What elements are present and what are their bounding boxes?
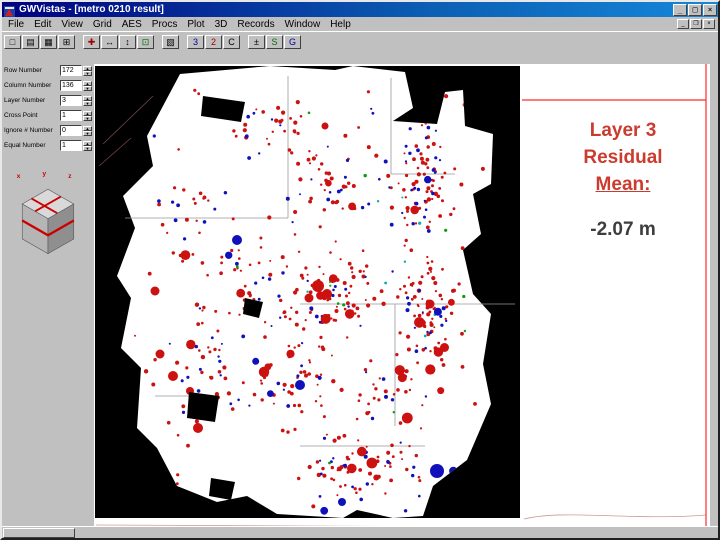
axis-z-label: z bbox=[68, 173, 71, 180]
field-column-number: Column Number ▲▼ bbox=[2, 78, 94, 93]
toolbar-button[interactable]: 2 bbox=[205, 35, 222, 49]
toolbar-button[interactable]: ↔ bbox=[101, 35, 118, 49]
mdi-controls: _ ❐ × bbox=[677, 19, 715, 29]
field-label: Ignore # Number bbox=[4, 127, 53, 134]
menu-items: File Edit View Grid AES Procs Plot 3D Records Win… bbox=[3, 19, 356, 30]
mdi-close-button[interactable]: × bbox=[703, 19, 715, 29]
field-label: Row Number bbox=[4, 67, 42, 74]
toolbar-button[interactable]: ✚ bbox=[83, 35, 100, 49]
menu-item-3d[interactable]: 3D bbox=[210, 19, 233, 30]
app-window: GWVistas - [metro 0210 result] _ □ × Fil… bbox=[0, 0, 720, 540]
column-number-spinner: ▲ ▼ bbox=[83, 80, 92, 91]
toolbar-separator bbox=[180, 35, 186, 49]
field-label: Cross Point bbox=[4, 112, 38, 119]
axis-y-label: y bbox=[42, 170, 46, 177]
field-label: Column Number bbox=[4, 82, 52, 89]
toolbar-button[interactable]: ▤ bbox=[22, 35, 39, 49]
toolbar-button[interactable]: S bbox=[266, 35, 283, 49]
menu-item-view[interactable]: View bbox=[56, 19, 88, 30]
toolbar-button[interactable]: ± bbox=[248, 35, 265, 49]
ignore-number-spinner: ▲ ▼ bbox=[83, 125, 92, 136]
annotation-line-2: Residual bbox=[583, 147, 663, 168]
cross-point-spinner: ▲ ▼ bbox=[83, 110, 92, 121]
toolbar-separator bbox=[241, 35, 247, 49]
menu-bar: File Edit View Grid AES Procs Plot 3D Records Win… bbox=[2, 17, 718, 31]
residual-annotation: Layer 3 Residual Mean: -2.07 m bbox=[537, 117, 709, 243]
toolbar-button[interactable]: G bbox=[284, 35, 301, 49]
annotation-value: -2.07 m bbox=[590, 219, 656, 240]
horizontal-scrollbar[interactable] bbox=[2, 526, 718, 538]
menu-item-records[interactable]: Records bbox=[232, 19, 279, 30]
layer-number-spinner: ▲ ▼ bbox=[83, 95, 92, 106]
grid-orientation-cube: x y z bbox=[17, 170, 75, 255]
toolbar: □ ▤ ▦ ⊞ ✚ ↔ ↕ ⊡ ▧ 3 2 C ± S G bbox=[2, 31, 718, 52]
menu-item-edit[interactable]: Edit bbox=[29, 19, 56, 30]
menu-item-file[interactable]: File bbox=[3, 19, 29, 30]
row-number-input[interactable] bbox=[60, 65, 82, 76]
field-label: Layer Number bbox=[4, 97, 46, 104]
toolbar-button[interactable]: ↕ bbox=[119, 35, 136, 49]
grid-position-fields: Row Number ▲▼ Column Number ▲▼ Layer Number ▲… bbox=[2, 63, 94, 153]
menu-item-aes[interactable]: AES bbox=[117, 19, 147, 30]
annotation-line-1: Layer 3 bbox=[589, 120, 657, 141]
field-cross-point: Cross Point ▲▼ bbox=[2, 108, 94, 123]
map-group bbox=[95, 66, 520, 518]
ignore-number-input[interactable] bbox=[60, 125, 82, 136]
column-number-input[interactable] bbox=[60, 80, 82, 91]
spinner-down-button[interactable]: ▼ bbox=[83, 85, 92, 91]
toolbar-button[interactable]: 3 bbox=[187, 35, 204, 49]
equal-number-spinner: ▲ ▼ bbox=[83, 140, 92, 151]
menu-item-help[interactable]: Help bbox=[325, 19, 356, 30]
spinner-down-button[interactable]: ▼ bbox=[83, 130, 92, 136]
active-region bbox=[117, 66, 493, 518]
cross-point-input[interactable] bbox=[60, 110, 82, 121]
toolbar-button[interactable]: C bbox=[223, 35, 240, 49]
toolbar-button[interactable]: ⊡ bbox=[137, 35, 154, 49]
field-ignore-number: Ignore # Number ▲▼ bbox=[2, 123, 94, 138]
toolbar-button[interactable]: ⊞ bbox=[58, 35, 75, 49]
spinner-down-button[interactable]: ▼ bbox=[83, 100, 92, 106]
field-equal-number: Equal Number ▲▼ bbox=[2, 138, 94, 153]
toolbar-button[interactable]: □ bbox=[4, 35, 21, 49]
right-margin bbox=[711, 51, 718, 529]
menu-item-grid[interactable]: Grid bbox=[88, 19, 117, 30]
sidebar-panel: Row Number ▲▼ Column Number ▲▼ Layer Number ▲… bbox=[2, 51, 94, 527]
window-title: GWVistas - [metro 0210 result] bbox=[19, 4, 164, 15]
field-row-number: Row Number ▲▼ bbox=[2, 63, 94, 78]
menu-item-window[interactable]: Window bbox=[280, 19, 326, 30]
client-area: Row Number ▲▼ Column Number ▲▼ Layer Number ▲… bbox=[2, 51, 718, 529]
mdi-minimize-button[interactable]: _ bbox=[677, 19, 689, 29]
toolbar-button[interactable]: ▦ bbox=[40, 35, 57, 49]
app-icon bbox=[4, 4, 15, 17]
toolbar-button[interactable]: ▧ bbox=[162, 35, 179, 49]
toolbar-separator bbox=[155, 35, 161, 49]
mdi-restore-button[interactable]: ❐ bbox=[690, 19, 702, 29]
title-bar[interactable]: GWVistas - [metro 0210 result] _ □ × bbox=[2, 2, 718, 17]
minimize-button[interactable]: _ bbox=[673, 3, 687, 16]
maximize-button[interactable]: □ bbox=[688, 3, 702, 16]
spinner-down-button[interactable]: ▼ bbox=[83, 145, 92, 151]
close-button[interactable]: × bbox=[703, 3, 717, 16]
spinner-down-button[interactable]: ▼ bbox=[83, 70, 92, 76]
annotation-line-3: Mean: bbox=[595, 174, 651, 195]
field-layer-number: Layer Number ▲▼ bbox=[2, 93, 94, 108]
spinner-down-button[interactable]: ▼ bbox=[83, 115, 92, 121]
field-label: Equal Number bbox=[4, 142, 46, 149]
layer-number-input[interactable] bbox=[60, 95, 82, 106]
menu-item-plot[interactable]: Plot bbox=[182, 19, 209, 30]
scrollbar-thumb[interactable] bbox=[3, 528, 75, 538]
toolbar-separator bbox=[76, 35, 82, 49]
menu-item-procs[interactable]: Procs bbox=[147, 19, 183, 30]
row-number-spinner: ▲ ▼ bbox=[83, 65, 92, 76]
axis-x-label: x bbox=[17, 173, 21, 180]
map-canvas[interactable]: Layer 3 Residual Mean: -2.07 m bbox=[94, 51, 718, 529]
equal-number-input[interactable] bbox=[60, 140, 82, 151]
